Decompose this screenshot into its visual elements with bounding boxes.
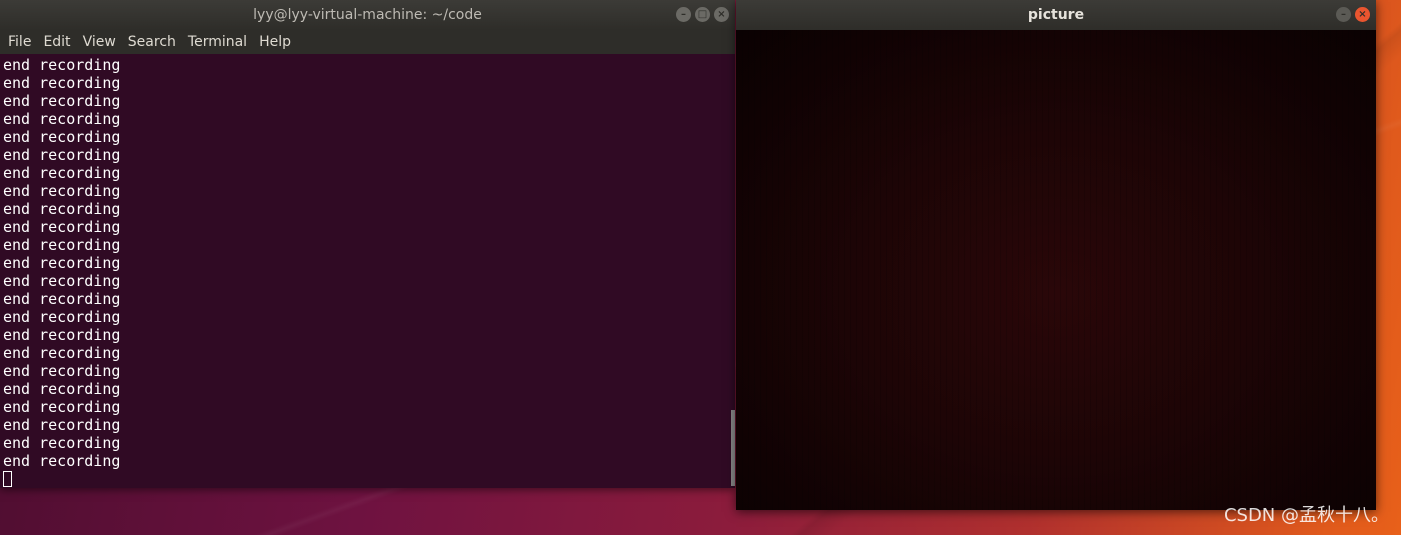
maximize-icon[interactable]: □ [695, 7, 710, 22]
terminal-line: end recording [3, 236, 121, 254]
terminal-line: end recording [3, 344, 121, 362]
terminal-window-controls: – □ × [676, 7, 729, 22]
menu-edit[interactable]: Edit [43, 34, 70, 50]
picture-image [736, 30, 1376, 510]
minimize-icon[interactable]: – [676, 7, 691, 22]
terminal-line: end recording [3, 434, 121, 452]
terminal-line: end recording [3, 164, 121, 182]
menu-search[interactable]: Search [128, 34, 176, 50]
terminal-cursor [3, 471, 12, 487]
menu-view[interactable]: View [83, 34, 116, 50]
menu-file[interactable]: File [8, 34, 31, 50]
terminal-line: end recording [3, 272, 121, 290]
picture-title: picture [1027, 7, 1085, 23]
terminal-line: end recording [3, 92, 121, 110]
terminal-menubar: File Edit View Search Terminal Help [0, 30, 735, 54]
terminal-window[interactable]: lyy@lyy-virtual-machine: ~/code – □ × Fi… [0, 0, 735, 488]
terminal-line: end recording [3, 452, 121, 470]
terminal-line: end recording [3, 326, 121, 344]
terminal-title: lyy@lyy-virtual-machine: ~/code [253, 7, 482, 23]
terminal-line: end recording [3, 74, 121, 92]
terminal-line: end recording [3, 380, 121, 398]
terminal-line: end recording [3, 56, 121, 74]
terminal-line: end recording [3, 254, 121, 272]
terminal-line: end recording [3, 110, 121, 128]
minimize-icon[interactable]: – [1336, 7, 1351, 22]
terminal-line: end recording [3, 218, 121, 236]
terminal-line: end recording [3, 416, 121, 434]
terminal-line: end recording [3, 200, 121, 218]
close-icon[interactable]: × [1355, 7, 1370, 22]
terminal-line: end recording [3, 290, 121, 308]
picture-titlebar[interactable]: picture – × [736, 0, 1376, 30]
picture-window-controls: – × [1336, 7, 1370, 22]
menu-terminal[interactable]: Terminal [188, 34, 247, 50]
terminal-line: end recording [3, 362, 121, 380]
terminal-line: end recording [3, 146, 121, 164]
terminal-line: end recording [3, 128, 121, 146]
menu-help[interactable]: Help [259, 34, 291, 50]
picture-window[interactable]: picture – × [736, 0, 1376, 510]
terminal-titlebar[interactable]: lyy@lyy-virtual-machine: ~/code – □ × [0, 0, 735, 30]
watermark: CSDN @孟秋十八。 [1223, 505, 1389, 526]
close-icon[interactable]: × [714, 7, 729, 22]
terminal-prompt-line [3, 470, 735, 488]
terminal-line: end recording [3, 308, 121, 326]
terminal-line: end recording [3, 398, 121, 416]
terminal-output[interactable]: end recording end recording end recordin… [0, 54, 735, 488]
terminal-line: end recording [3, 182, 121, 200]
terminal-scrollbar[interactable] [731, 410, 735, 486]
